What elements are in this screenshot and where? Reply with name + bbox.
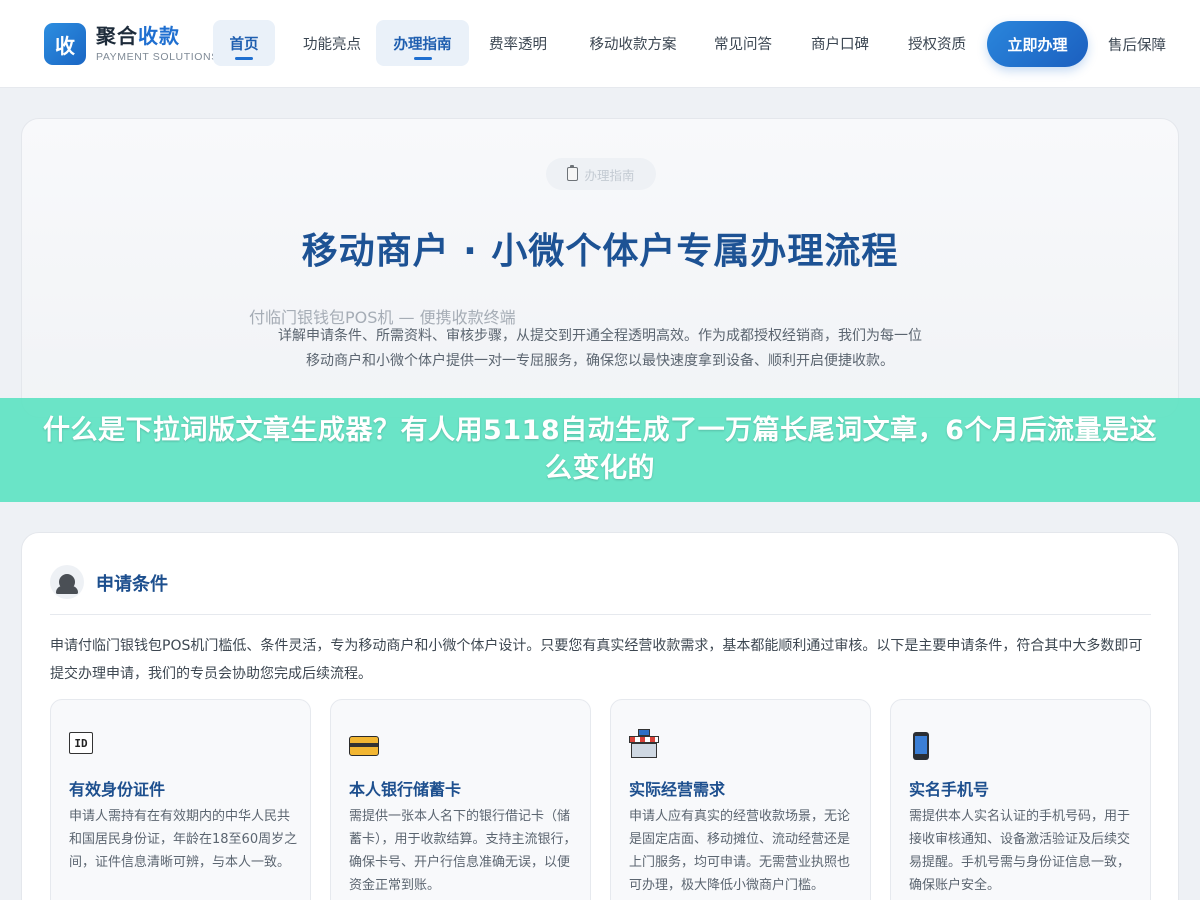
nav-item-after-sales[interactable]: 售后保障 <box>1108 21 1166 67</box>
logo-icon[interactable]: 收 <box>44 23 86 65</box>
id-card-icon-text: ID <box>69 732 93 754</box>
card-title: 实际经营需求 <box>629 780 726 799</box>
top-header: 收 聚合收款 PAYMENT SOLUTIONS 首页 功能亮点 办理指南 费率… <box>0 0 1200 88</box>
card-title: 本人银行储蓄卡 <box>349 780 462 799</box>
brand-name[interactable]: 聚合收款 <box>96 20 180 49</box>
condition-card-bank: 本人银行储蓄卡 需提供一张本人名下的银行借记卡（储蓄卡），用于收款结算。支持主流… <box>330 699 591 900</box>
nav-item-qualifications[interactable]: 授权资质 <box>894 20 980 66</box>
overlay-banner: 什么是下拉词版文章生成器？有人用5118自动生成了一万篇长尾词文章，6个月后流量… <box>0 398 1200 502</box>
apply-now-button[interactable]: 立即办理 <box>987 21 1088 67</box>
card-title: 实名手机号 <box>909 780 990 799</box>
banner-text: 什么是下拉词版文章生成器？有人用5118自动生成了一万篇长尾词文章，6个月后流量… <box>43 415 1157 484</box>
section-title: 申请条件 <box>96 574 168 595</box>
id-card-icon: ID <box>69 732 95 758</box>
section-intro: 申请付临门银钱包POS机门槛低、条件灵活，专为移动商户和小微个体户设计。只要您有… <box>50 638 1143 682</box>
user-icon <box>50 565 84 599</box>
condition-card-business: 实际经营需求 申请人应有真实的经营收款场景，无论是固定店面、移动摊位、流动经营还… <box>610 699 871 900</box>
nav-item-mobile-solution[interactable]: 移动收款方案 <box>576 20 690 66</box>
nav-item-faq[interactable]: 常见问答 <box>699 20 787 66</box>
clipboard-icon <box>567 165 579 181</box>
shop-icon <box>629 729 659 758</box>
hero-badge-label: 办理指南 <box>584 167 635 183</box>
card-text: 需提供一张本人名下的银行借记卡（储蓄卡），用于收款结算。支持主流银行，确保卡号、… <box>349 809 577 893</box>
hero-badge: 办理指南 <box>546 158 656 190</box>
card-text: 申请人应有真实的经营收款场景，无论是固定店面、移动摊位、流动经营还是上门服务，均… <box>629 809 851 893</box>
brand-name-part2: 收款 <box>138 24 180 48</box>
brand-name-part1: 聚合 <box>96 24 138 48</box>
section-divider <box>50 614 1151 615</box>
card-text: 需提供本人实名认证的手机号码，用于接收审核通知、设备激活验证及后续交易提醒。手机… <box>909 809 1131 893</box>
condition-card-phone: 实名手机号 需提供本人实名认证的手机号码，用于接收审核通知、设备激活验证及后续交… <box>890 699 1151 900</box>
condition-card-id: ID 有效身份证件 申请人需持有在有效期内的中华人民共和国居民身份证，年龄在18… <box>50 699 311 900</box>
nav-item-features[interactable]: 功能亮点 <box>285 20 379 66</box>
nav-item-rates[interactable]: 费率透明 <box>471 20 565 66</box>
card-text: 申请人需持有在有效期内的中华人民共和国居民身份证，年龄在18至60周岁之间，证件… <box>69 809 298 870</box>
brand-subtitle: PAYMENT SOLUTIONS <box>96 51 219 63</box>
nav-item-home[interactable]: 首页 <box>213 20 275 66</box>
card-title: 有效身份证件 <box>69 780 166 799</box>
bank-card-icon <box>349 732 379 758</box>
mobile-phone-icon <box>909 732 935 760</box>
nav-item-guide[interactable]: 办理指南 <box>376 20 469 66</box>
hero-description: 详解申请条件、所需资料、审核步骤，从提交到开通全程透明高效。作为成都授权经销商，… <box>278 328 922 369</box>
hero-title: 移动商户 · 小微个体户专属办理流程 <box>301 231 899 272</box>
nav-item-reviews[interactable]: 商户口碑 <box>797 20 883 66</box>
